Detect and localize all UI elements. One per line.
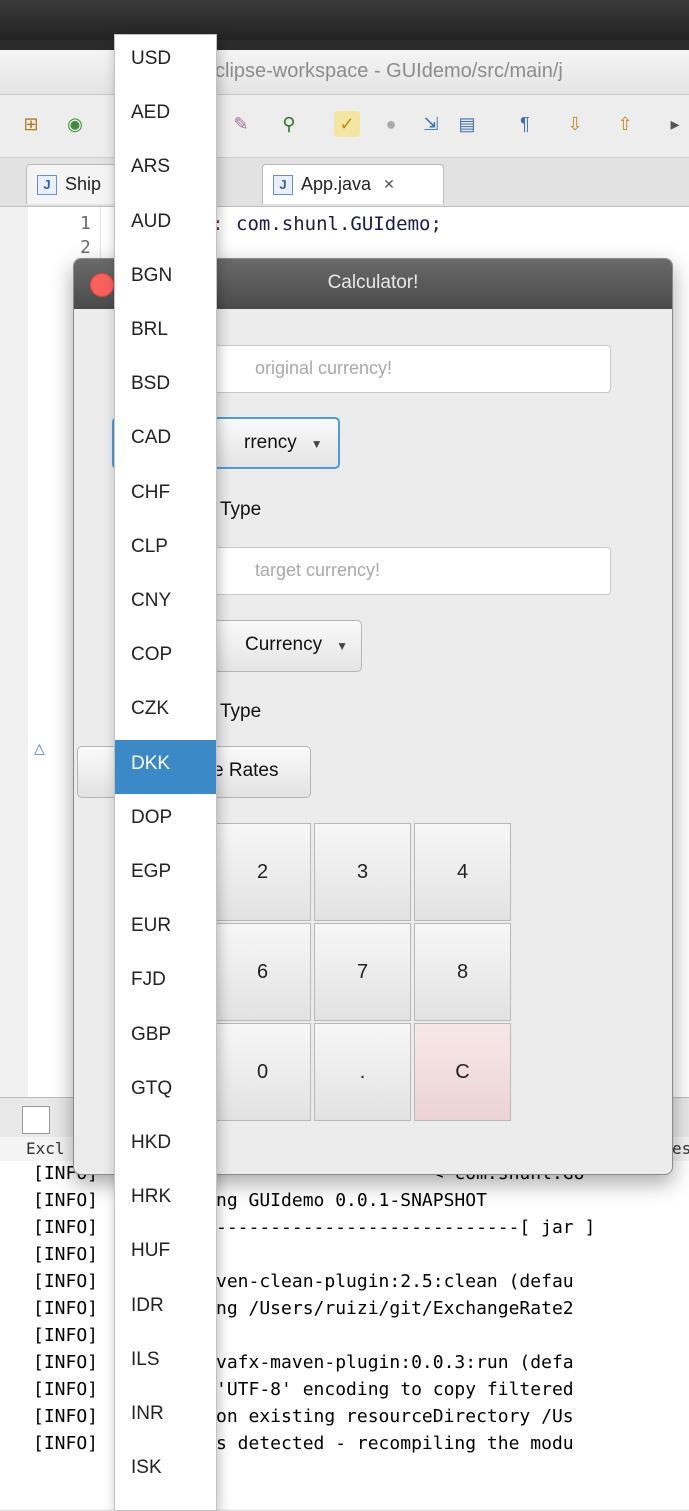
key-8[interactable]: 8 bbox=[414, 923, 511, 1021]
currency-option-hrk[interactable]: HRK bbox=[115, 1173, 216, 1227]
up-arrow-icon[interactable]: ⇧ bbox=[612, 111, 638, 137]
console-line-prefix: [INFO] bbox=[33, 1271, 99, 1292]
java-file-icon: J bbox=[37, 174, 57, 195]
more-tools-icon[interactable]: ▸ bbox=[662, 111, 688, 137]
currency-option-chf[interactable]: CHF bbox=[115, 469, 216, 523]
console-line-prefix: [INFO] bbox=[33, 1433, 99, 1454]
currency-option-huf[interactable]: HUF bbox=[115, 1227, 216, 1281]
currency-option-cny[interactable]: CNY bbox=[115, 577, 216, 631]
close-tab-icon[interactable]: ✕ bbox=[383, 176, 395, 193]
currency-option-dop[interactable]: DOP bbox=[115, 794, 216, 848]
run-icon[interactable]: ◉ bbox=[62, 111, 88, 137]
line-number: 2 bbox=[80, 237, 91, 258]
toggle-view-icon[interactable]: ▤ bbox=[454, 111, 480, 137]
key-0[interactable]: 0 bbox=[214, 1023, 311, 1121]
console-line-text: on existing resourceDirectory /Us bbox=[216, 1406, 574, 1427]
currency-option-isk[interactable]: ISK bbox=[115, 1444, 216, 1498]
pin-icon[interactable]: ⚲ bbox=[276, 111, 302, 137]
currency-option-clp[interactable]: CLP bbox=[115, 523, 216, 577]
next-annotation-icon[interactable]: ⇲ bbox=[418, 111, 444, 137]
fold-marker-icon[interactable]: △ bbox=[34, 740, 45, 757]
paragraph-icon[interactable]: ¶ bbox=[512, 111, 538, 137]
eclipse-toolbar: ⊞ ◉ ✎ ⚲ ✓ ● ⇲ ▤ ¶ ⇩ ⇧ ▸ bbox=[0, 95, 689, 158]
key-4[interactable]: 4 bbox=[414, 823, 511, 921]
globe-icon[interactable]: ● bbox=[378, 111, 404, 137]
console-view-icon[interactable] bbox=[22, 1106, 50, 1134]
down-arrow-icon[interactable]: ⇩ bbox=[562, 111, 588, 137]
currency-option-czk[interactable]: CZK bbox=[115, 685, 216, 739]
console-line-prefix: [INFO] bbox=[33, 1325, 99, 1346]
console-line-text: vafx-maven-plugin:0.0.3:run (defa bbox=[216, 1352, 574, 1373]
console-line-text: ng /Users/ruizi/git/ExchangeRate2 bbox=[216, 1298, 574, 1319]
console-line-prefix: [INFO] bbox=[33, 1298, 99, 1319]
console-line-prefix: [INFO] bbox=[33, 1244, 99, 1265]
console-output[interactable]: [INFO]--------------------< com.shunl:GU… bbox=[0, 1161, 689, 1509]
original-currency-combo-label: rrency bbox=[244, 432, 297, 453]
currency-option-cad[interactable]: CAD bbox=[115, 414, 216, 468]
tab-app-java-label: App.java bbox=[301, 174, 372, 194]
currency-option-idr[interactable]: IDR bbox=[115, 1282, 216, 1336]
target-type-label: Type bbox=[220, 701, 262, 722]
key-6[interactable]: 6 bbox=[214, 923, 311, 1021]
new-package-icon[interactable]: ⊞ bbox=[18, 111, 44, 137]
exchange-rates-label: e Rates bbox=[213, 760, 279, 781]
currency-option-fjd[interactable]: FJD bbox=[115, 956, 216, 1010]
currency-option-ars[interactable]: ARS bbox=[115, 143, 216, 197]
eclipse-title-bar: clipse-workspace - GUIdemo/src/main/j bbox=[0, 50, 689, 95]
currency-option-cop[interactable]: COP bbox=[115, 631, 216, 685]
currency-dropdown-list[interactable]: USD AED ARS AUD BGN BRL BSD CAD CHF CLP CNY COP CZK D… bbox=[114, 34, 217, 1511]
currency-option-gtq[interactable]: GTQ bbox=[115, 1065, 216, 1119]
key-decimal[interactable]: . bbox=[314, 1023, 411, 1121]
currency-option-usd[interactable]: USD bbox=[115, 35, 216, 89]
key-clear[interactable]: C bbox=[414, 1023, 511, 1121]
java-file-icon: J bbox=[273, 174, 293, 195]
currency-option-egp[interactable]: EGP bbox=[115, 848, 216, 902]
currency-option-bsd[interactable]: BSD bbox=[115, 360, 216, 414]
console-header-right: es bbox=[672, 1139, 689, 1158]
code-line: com.shunl.GUIdemo; bbox=[236, 213, 442, 235]
chevron-down-icon: ▼ bbox=[336, 639, 348, 653]
currency-option-inr[interactable]: INR bbox=[115, 1390, 216, 1444]
currency-option-aed[interactable]: AED bbox=[115, 89, 216, 143]
chevron-down-icon: ▼ bbox=[310, 437, 323, 451]
key-2[interactable]: 2 bbox=[214, 823, 311, 921]
console-header-text: Excl bbox=[26, 1139, 65, 1158]
console-line-text: 'UTF-8' encoding to copy filtered bbox=[216, 1379, 574, 1400]
highlight-icon[interactable]: ✓ bbox=[334, 111, 360, 137]
target-currency-placeholder: target currency! bbox=[255, 560, 381, 580]
overview-ruler bbox=[0, 207, 28, 1097]
editor-tabs: J Ship J App.java ✕ bbox=[0, 158, 689, 207]
console-line-prefix: [INFO] bbox=[33, 1217, 99, 1238]
console-line-prefix: [INFO] bbox=[33, 1406, 99, 1427]
currency-option-hkd[interactable]: HKD bbox=[115, 1119, 216, 1173]
currency-option-ils[interactable]: ILS bbox=[115, 1336, 216, 1390]
key-3[interactable]: 3 bbox=[314, 823, 411, 921]
console-line-prefix: [INFO] bbox=[33, 1352, 99, 1373]
console-line-prefix: [INFO] bbox=[33, 1379, 99, 1400]
original-currency-placeholder: original currency! bbox=[255, 358, 393, 378]
console-line-text: ----------------------------[ jar ] bbox=[216, 1217, 596, 1238]
console-line-text: ng GUIdemo 0.0.1-SNAPSHOT bbox=[216, 1190, 487, 1211]
console-line-text: s detected - recompiling the modu bbox=[216, 1433, 574, 1454]
eclipse-window-title: clipse-workspace - GUIdemo/src/main/j bbox=[215, 60, 563, 82]
line-number: 1 bbox=[80, 213, 91, 234]
console-line-text: ven-clean-plugin:2.5:clean (defau bbox=[216, 1271, 574, 1292]
tab-ship-label: Ship bbox=[65, 174, 102, 194]
currency-option-eur[interactable]: EUR bbox=[115, 902, 216, 956]
menu-bar-strip bbox=[0, 40, 689, 50]
currency-option-dkk[interactable]: DKK bbox=[115, 739, 216, 794]
currency-option-bgn[interactable]: BGN bbox=[115, 252, 216, 306]
tab-app-java[interactable]: J App.java ✕ bbox=[262, 164, 444, 204]
key-7[interactable]: 7 bbox=[314, 923, 411, 1021]
console-line-prefix: [INFO] bbox=[33, 1190, 99, 1211]
currency-option-brl[interactable]: BRL bbox=[115, 306, 216, 360]
target-currency-combo-label: Currency bbox=[245, 634, 323, 655]
currency-option-aud[interactable]: AUD bbox=[115, 198, 216, 252]
original-type-label: Type bbox=[220, 499, 262, 520]
currency-option-gbp[interactable]: GBP bbox=[115, 1011, 216, 1065]
pen-icon[interactable]: ✎ bbox=[228, 111, 254, 137]
